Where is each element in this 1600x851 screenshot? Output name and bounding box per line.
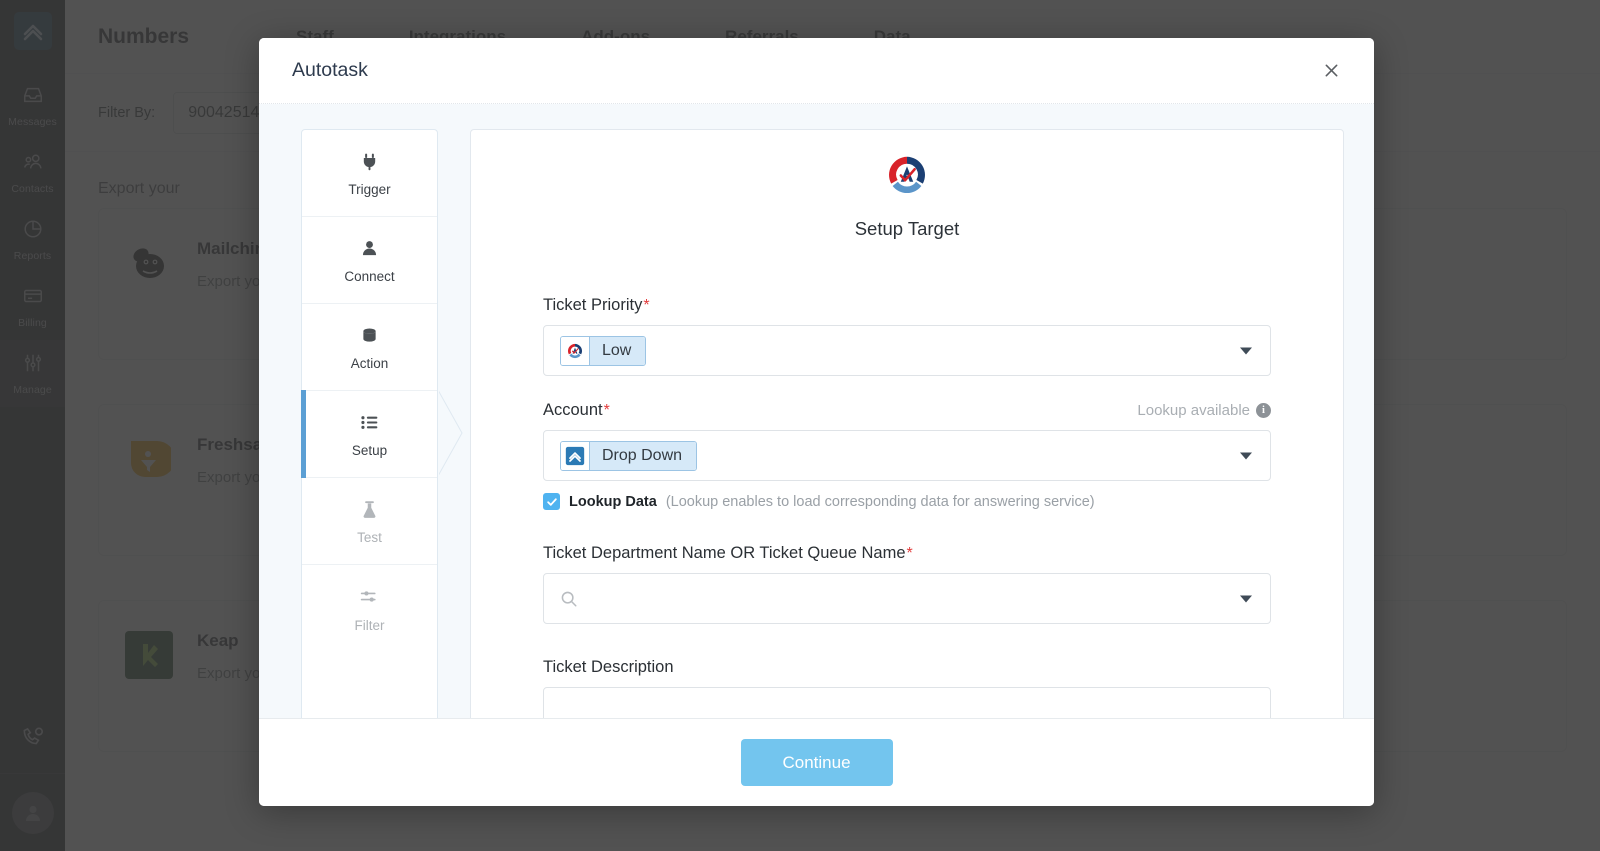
rail-item-reports[interactable]: Reports (0, 206, 65, 273)
modal-title: Autotask (292, 59, 368, 81)
lookup-data-checkbox[interactable] (543, 493, 560, 510)
info-icon[interactable]: i (1256, 403, 1271, 418)
brand-header: Setup Target (543, 152, 1271, 240)
field-ticket-department: Ticket Department Name OR Ticket Queue N… (543, 544, 1271, 624)
field-header: Ticket Priority * (543, 296, 1271, 315)
list-icon (359, 410, 380, 434)
account-select[interactable]: Drop Down (543, 430, 1271, 481)
step-connect[interactable]: Connect (302, 217, 437, 304)
lookup-data-label: Lookup Data (569, 493, 657, 510)
step-label: Filter (354, 617, 385, 633)
rail-item-label: Billing (18, 316, 47, 329)
ticket-priority-chip[interactable]: Low (560, 335, 647, 366)
lookup-data-checkbox-row: Lookup Data (Lookup enables to load corr… (543, 493, 1271, 510)
chevron-up-logo-icon[interactable] (13, 12, 52, 50)
avatar-wrap (0, 773, 65, 851)
plug-icon (359, 149, 380, 173)
setup-form-panel: Setup Target Ticket Priority * Low Accou… (470, 129, 1344, 718)
sliders-icon (22, 352, 44, 379)
field-label: Ticket Priority (543, 296, 643, 314)
step-label: Setup (351, 443, 388, 458)
chevron-down-icon[interactable] (1240, 595, 1252, 602)
app-chevron-icon (561, 441, 590, 470)
field-header: Ticket Department Name OR Ticket Queue N… (543, 544, 1271, 563)
wizard-steps: Trigger Connect Action Setup Test Filter (301, 129, 463, 718)
ticket-description-input[interactable] (543, 687, 1271, 718)
step-label: Trigger (348, 182, 391, 197)
step-filter[interactable]: Filter (302, 565, 437, 652)
step-setup[interactable]: Setup (301, 390, 437, 478)
setup-target-title: Setup Target (854, 218, 960, 239)
rail-item-label: Messages (8, 115, 57, 128)
field-ticket-description: Ticket Description (543, 658, 1271, 718)
flask-icon (359, 497, 380, 521)
left-nav-rail: Messages Contacts Reports Billing Manage (0, 0, 65, 851)
search-icon (560, 590, 578, 608)
field-account: Account * Lookup available i Drop Down L… (543, 401, 1271, 510)
field-ticket-priority: Ticket Priority * Low (543, 296, 1271, 376)
page-title: Numbers (98, 24, 190, 48)
required-marker: * (906, 544, 913, 562)
close-icon[interactable] (1318, 58, 1344, 84)
step-label: Connect (344, 269, 395, 284)
integration-card-desc: Export you (197, 665, 269, 682)
step-label: Test (357, 530, 382, 545)
people-icon (22, 151, 44, 178)
field-header: Ticket Description (543, 658, 1271, 677)
rail-item-messages[interactable]: Messages (0, 72, 65, 139)
pie-chart-icon (22, 218, 44, 245)
inbox-icon (22, 84, 44, 111)
mailchimp-icon (125, 239, 173, 287)
modal-body: Trigger Connect Action Setup Test Filter… (259, 104, 1374, 718)
integration-card-name: Keap (197, 631, 239, 650)
step-test[interactable]: Test (302, 478, 437, 565)
setup-form-scroll: Setup Target Ticket Priority * Low Accou… (471, 130, 1343, 718)
rail-item-manage[interactable]: Manage (0, 340, 65, 407)
freshsales-icon (125, 435, 173, 483)
required-marker: * (603, 401, 610, 419)
active-step-pointer (437, 389, 464, 477)
rail-item-contacts[interactable]: Contacts (0, 139, 65, 206)
chevron-down-icon[interactable] (1240, 347, 1252, 354)
autotask-setup-modal: Autotask Trigger Connect Action Setup Te… (259, 38, 1374, 806)
modal-footer: Continue (259, 718, 1374, 806)
chip-label: Drop Down (590, 441, 697, 470)
step-label: Action (350, 356, 389, 371)
ticket-priority-select[interactable]: Low (543, 325, 1271, 376)
continue-button[interactable]: Continue (740, 739, 893, 786)
autotask-logo-icon (884, 152, 930, 203)
field-label: Ticket Department Name OR Ticket Queue N… (543, 544, 906, 562)
user-avatar-icon[interactable] (11, 791, 54, 834)
rail-bottom (0, 701, 65, 851)
chip-label: Low (590, 336, 646, 365)
step-action[interactable]: Action (302, 304, 437, 391)
field-label: Account (543, 401, 603, 419)
field-header: Account * Lookup available i (543, 401, 1271, 420)
sliders-icon (359, 585, 380, 609)
modal-header: Autotask (259, 38, 1374, 104)
lookup-data-hint: (Lookup enables to load corresponding da… (665, 493, 1095, 510)
required-marker: * (643, 296, 650, 314)
person-icon (359, 236, 380, 260)
lookup-available-text: Lookup available (1137, 402, 1250, 419)
rail-item-label: Manage (13, 383, 52, 396)
filter-by-label: Filter By: (98, 104, 156, 121)
autotask-logo-icon (561, 336, 590, 365)
account-chip[interactable]: Drop Down (560, 440, 698, 471)
ticket-department-select[interactable] (543, 573, 1271, 624)
step-trigger[interactable]: Trigger (302, 130, 437, 217)
keap-icon (125, 631, 173, 679)
rail-item-label: Contacts (11, 182, 54, 195)
phone-icon[interactable] (0, 701, 65, 773)
database-icon (359, 323, 380, 347)
rail-item-label: Reports (13, 249, 52, 262)
rail-item-billing[interactable]: Billing (0, 273, 65, 340)
field-label: Ticket Description (543, 658, 674, 676)
credit-card-icon (22, 285, 44, 312)
chevron-down-icon[interactable] (1240, 452, 1252, 459)
lookup-available-note: Lookup available i (1137, 402, 1271, 419)
